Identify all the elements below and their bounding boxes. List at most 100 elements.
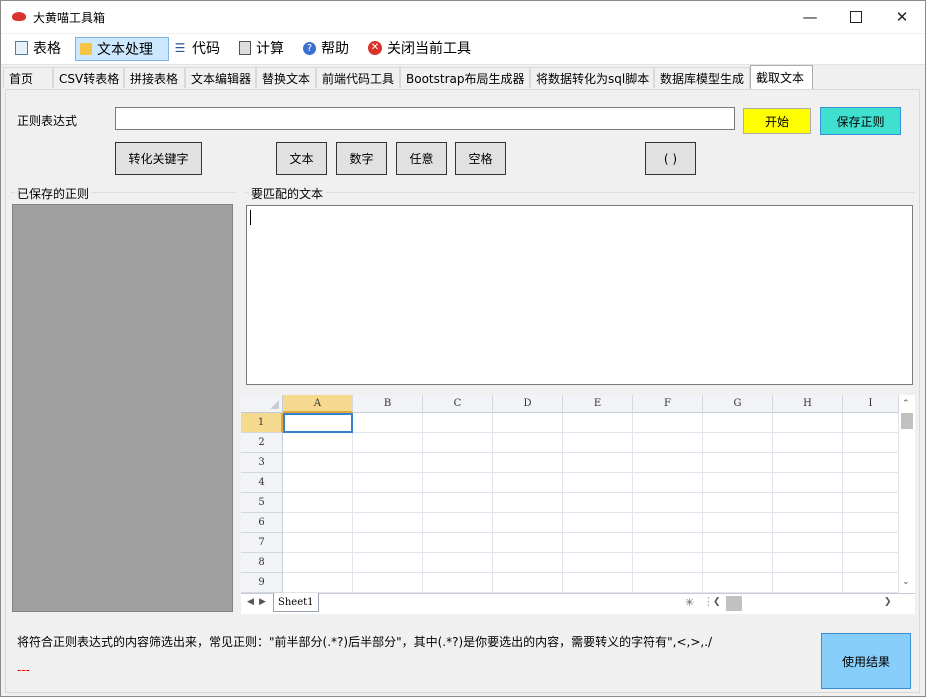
sheet-cell[interactable] — [773, 553, 843, 573]
sheet-cell[interactable] — [353, 453, 423, 473]
sheet-cell[interactable] — [283, 553, 353, 573]
scroll-left-icon[interactable]: ❮ — [713, 597, 721, 607]
any-button[interactable]: 任意 — [396, 142, 447, 175]
sheet-cell[interactable] — [353, 433, 423, 453]
sheet-cell[interactable] — [773, 533, 843, 553]
sheet-cell[interactable] — [843, 533, 899, 553]
scroll-right-icon[interactable]: ❯ — [884, 597, 892, 607]
column-header[interactable]: E — [563, 395, 633, 413]
tab-extract-text[interactable]: 截取文本 — [750, 65, 813, 89]
row-header[interactable]: 3 — [241, 453, 283, 473]
sheet-cell[interactable] — [283, 493, 353, 513]
sheet-cell[interactable] — [563, 533, 633, 553]
sheet-cell[interactable] — [423, 453, 493, 473]
sheet-cell[interactable] — [283, 533, 353, 553]
column-header[interactable]: D — [493, 395, 563, 413]
sheet-cell[interactable] — [423, 413, 493, 433]
row-header[interactable]: 7 — [241, 533, 283, 553]
column-header[interactable]: H — [773, 395, 843, 413]
sheet-cell[interactable] — [423, 473, 493, 493]
sheet-cell[interactable] — [423, 573, 493, 593]
tab-home[interactable]: 首页 — [3, 67, 53, 88]
match-text-input[interactable] — [246, 205, 913, 385]
sheet-cell[interactable] — [493, 513, 563, 533]
sheet-cell[interactable] — [703, 513, 773, 533]
column-header[interactable]: I — [843, 395, 899, 413]
sheet-cell[interactable] — [773, 473, 843, 493]
sheet-cell[interactable] — [283, 473, 353, 493]
sheet-cell[interactable] — [773, 453, 843, 473]
use-result-button[interactable]: 使用结果 — [821, 633, 911, 689]
sheet-cell[interactable] — [283, 513, 353, 533]
sheet-cell[interactable] — [703, 553, 773, 573]
sheet-cell[interactable] — [703, 433, 773, 453]
row-header[interactable]: 4 — [241, 473, 283, 493]
row-header[interactable]: 8 — [241, 553, 283, 573]
saved-regex-list[interactable] — [12, 204, 233, 612]
minimize-button[interactable]: — — [787, 1, 833, 33]
vertical-scrollbar[interactable]: ⌃ ⌄ — [899, 395, 915, 593]
sheet-cell[interactable] — [563, 493, 633, 513]
sheet-cell[interactable] — [843, 473, 899, 493]
row-header[interactable]: 9 — [241, 573, 283, 593]
sheet-cell[interactable] — [843, 493, 899, 513]
menu-close-tool[interactable]: ✕ 关闭当前工具 — [364, 37, 475, 59]
sheet-cell[interactable] — [633, 433, 703, 453]
sheet-cell[interactable] — [633, 493, 703, 513]
sheet-cell[interactable] — [773, 493, 843, 513]
sheet-cell[interactable] — [493, 413, 563, 433]
sheet-cell[interactable] — [773, 513, 843, 533]
sheet-cell[interactable] — [633, 413, 703, 433]
sheet-cell[interactable] — [633, 453, 703, 473]
tab-csv-table[interactable]: CSV转表格 — [53, 67, 124, 88]
sheet-cell[interactable] — [633, 513, 703, 533]
column-header[interactable]: B — [353, 395, 423, 413]
row-header[interactable]: 2 — [241, 433, 283, 453]
text-button[interactable]: 文本 — [276, 142, 327, 175]
sheet-cell[interactable] — [283, 573, 353, 593]
sheet-cell[interactable] — [773, 433, 843, 453]
sheet-cell[interactable] — [843, 453, 899, 473]
sheet-cell[interactable] — [353, 513, 423, 533]
group-button[interactable]: ( ) — [645, 142, 696, 175]
sheet-cell[interactable] — [773, 573, 843, 593]
sheet-cell[interactable] — [633, 533, 703, 553]
sheet-cell[interactable] — [353, 573, 423, 593]
row-header[interactable]: 1 — [241, 413, 283, 433]
tab-db-model[interactable]: 数据库模型生成 — [654, 67, 750, 88]
sheet-cell[interactable] — [633, 573, 703, 593]
close-window-button[interactable]: ✕ — [879, 1, 925, 33]
row-header[interactable]: 5 — [241, 493, 283, 513]
sheet-next-icon[interactable]: ▶ — [259, 597, 266, 607]
sheet-cell[interactable] — [843, 433, 899, 453]
sheet-cell[interactable] — [703, 473, 773, 493]
start-button[interactable]: 开始 — [743, 108, 811, 134]
tab-bootstrap[interactable]: Bootstrap布局生成器 — [400, 67, 530, 88]
column-header[interactable]: C — [423, 395, 493, 413]
sheet-cell[interactable] — [563, 553, 633, 573]
maximize-button[interactable] — [833, 1, 879, 33]
sheet-cell[interactable] — [563, 573, 633, 593]
column-header[interactable]: A — [283, 395, 353, 413]
tab-frontend-tools[interactable]: 前端代码工具 — [316, 67, 400, 88]
sheet-cell[interactable] — [493, 453, 563, 473]
sheet-cell[interactable] — [633, 553, 703, 573]
sheet-cell[interactable] — [423, 493, 493, 513]
sheet-cell[interactable] — [353, 493, 423, 513]
horizontal-scroll-thumb[interactable] — [726, 596, 742, 611]
space-button[interactable]: 空格 — [455, 142, 506, 175]
sheet-cell[interactable] — [563, 513, 633, 533]
sheet-tab[interactable]: Sheet1 — [273, 593, 319, 612]
tab-text-editor[interactable]: 文本编辑器 — [185, 67, 256, 88]
select-all-corner[interactable] — [241, 395, 283, 413]
tab-join-table[interactable]: 拼接表格 — [124, 67, 185, 88]
sheet-cell[interactable] — [843, 573, 899, 593]
row-header[interactable]: 6 — [241, 513, 283, 533]
sheet-cell[interactable] — [493, 433, 563, 453]
sheet-cell[interactable] — [703, 533, 773, 553]
sheet-cell[interactable] — [563, 433, 633, 453]
menu-text-processing[interactable]: 文本处理 — [75, 37, 169, 61]
menu-table[interactable]: 表格 — [11, 37, 65, 59]
tab-replace-text[interactable]: 替换文本 — [256, 67, 316, 88]
save-regex-button[interactable]: 保存正则 — [820, 107, 901, 135]
